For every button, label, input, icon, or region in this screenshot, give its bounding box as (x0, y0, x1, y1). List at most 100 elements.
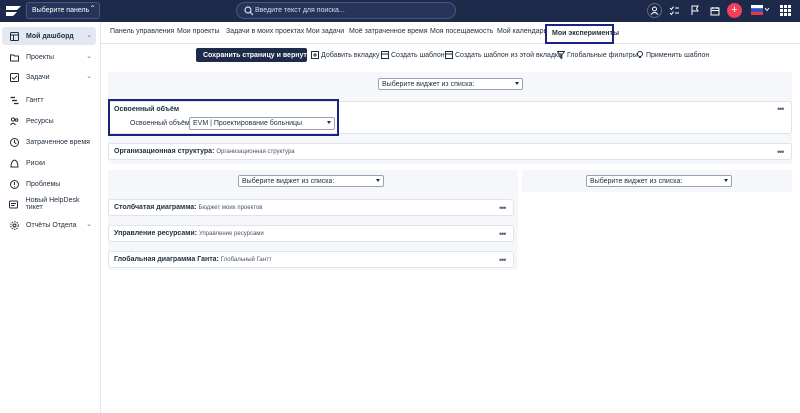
plus-icon: + (731, 4, 738, 16)
task-list-button[interactable] (667, 3, 682, 18)
gantt-icon (8, 94, 20, 106)
flag-icon (691, 5, 699, 15)
sidebar-item-tasks[interactable]: Задачи ⌄ (2, 68, 96, 86)
evm-project-value: EVM | Проектирование больницы (193, 120, 303, 127)
save-and-return-label: Сохранить страницу и вернуться (203, 51, 320, 59)
save-and-return-button[interactable]: Сохранить страницу и вернуться (196, 48, 319, 62)
widget-select-right[interactable]: Выберите виджет из списка: (586, 175, 732, 187)
template-icon (381, 51, 389, 59)
resource-mgmt-sub: Управление ресурсами (199, 231, 264, 237)
evm-field-label: Освоенный объём: (130, 120, 192, 127)
global-filters-button[interactable]: Глобальные фильтры (557, 51, 638, 59)
create-template-from-tab-label: Создать шаблон из этой вкладки (455, 51, 562, 59)
chevron-updown-icon: ⌃ (89, 4, 96, 13)
tab-my-tasks[interactable]: Мои задачи (306, 28, 344, 35)
sidebar-item-resources[interactable]: Ресурсы (2, 112, 96, 130)
dropdown-arrow-icon (376, 179, 380, 182)
tab-my-calendar[interactable]: Мой календарь (497, 28, 547, 35)
tab-my-projects[interactable]: Мои проекты (177, 28, 220, 35)
more-options-icon[interactable]: ••• (499, 204, 507, 213)
search-input[interactable]: Введите текст для поиска... (255, 7, 345, 14)
sidebar-item-label: Задачи (26, 73, 50, 81)
tab-my-experiments[interactable]: Мои эксперименты (545, 24, 619, 44)
tab-tasks-in-my-projects[interactable]: Задачи в моих проектах (226, 28, 304, 35)
sidebar-item-label: Гантт (26, 96, 44, 104)
sidebar-item-reports[interactable]: Отчёты Отдела ⌄ (2, 216, 96, 234)
sidebar-item-label: Отчёты Отдела (26, 221, 77, 229)
chevron-down-icon: ⌄ (86, 53, 92, 60)
global-search[interactable]: Введите текст для поиска... (236, 2, 456, 19)
org-structure-sub: Организационная структура (216, 149, 295, 155)
resource-mgmt-title-text: Управление ресурсами: (114, 230, 198, 237)
bar-chart-title: Столбчатая диаграмма: Бюджет моих проект… (114, 204, 263, 211)
widget-select-value: Выберите виджет из списка: (590, 178, 683, 185)
sidebar-item-problems[interactable]: Проблемы (2, 175, 96, 193)
global-gantt-title: Глобальная диаграмма Ганта: Глобальный Г… (114, 256, 272, 263)
add-tab-label: Добавить вкладку (321, 51, 380, 59)
sidebar-item-label: Проекты (26, 53, 55, 61)
evm-widget-title: Освоенный объём (114, 106, 180, 113)
apply-template-label: Применить шаблон (646, 51, 710, 59)
resource-mgmt-title: Управление ресурсами: Управление ресурса… (114, 230, 264, 237)
sidebar: Мой дашборд ⌄ Проекты ⌄ Задачи ⌄ Гантт Р… (0, 22, 101, 413)
calendar-button[interactable] (707, 3, 722, 18)
sidebar-item-label: Мой дашборд (26, 32, 74, 40)
sidebar-item-projects[interactable]: Проекты ⌄ (2, 48, 96, 66)
chevron-down-icon: ⌄ (86, 221, 92, 228)
apps-grid-icon[interactable] (780, 5, 791, 16)
dropdown-arrow-icon (327, 121, 331, 124)
global-filters-label: Глобальные фильтры (567, 51, 638, 59)
risk-icon (8, 157, 20, 169)
more-options-icon[interactable]: ••• (499, 256, 507, 265)
widget-select-value: Выберите виджет из списка: (242, 178, 335, 185)
tasks-icon (8, 71, 20, 83)
bar-chart-sub: Бюджет моих проектов (198, 205, 263, 211)
flag-button[interactable] (687, 3, 702, 18)
global-gantt-sub: Глобальный Гантт (220, 257, 272, 263)
tab-my-time[interactable]: Моё затраченное время (349, 28, 428, 35)
panel-select-value: Выберите панель (32, 7, 90, 14)
sidebar-item-dashboard[interactable]: Мой дашборд ⌄ (2, 27, 96, 45)
resources-icon (8, 115, 20, 127)
app-logo-icon[interactable] (5, 4, 22, 18)
chevron-down-icon: ⌄ (86, 73, 92, 80)
bar-chart-title-text: Столбчатая диаграмма: (114, 204, 197, 211)
tab-my-attendance[interactable]: Моя посещаемость (430, 28, 493, 35)
add-button[interactable]: + (727, 3, 742, 18)
sidebar-item-helpdesk[interactable]: Новый HelpDesk тикет (2, 195, 96, 213)
more-options-icon[interactable]: ••• (777, 105, 785, 114)
sidebar-item-label: Затраченное время (26, 138, 90, 146)
user-icon (650, 6, 659, 15)
checklist-icon (669, 6, 679, 16)
panel-select[interactable]: Выберите панель ⌃ (26, 2, 100, 19)
widget-select-left[interactable]: Выберите виджет из списка: (238, 175, 384, 187)
dropdown-arrow-icon (724, 179, 728, 182)
user-profile-button[interactable] (647, 3, 662, 18)
lightbulb-icon (637, 51, 643, 58)
chevron-down-icon: ⌄ (86, 32, 92, 39)
add-square-icon (311, 51, 319, 59)
template-icon (445, 51, 453, 59)
sidebar-item-label: Проблемы (26, 180, 61, 188)
sidebar-item-time[interactable]: Затраченное время (2, 133, 96, 151)
filter-icon (557, 51, 565, 59)
sidebar-item-risks[interactable]: Риски (2, 154, 96, 172)
language-flag-icon[interactable] (751, 5, 771, 15)
add-tab-button[interactable]: Добавить вкладку (311, 51, 379, 59)
tab-control-panel[interactable]: Панель управления (110, 28, 174, 35)
create-template-from-tab-button[interactable]: Создать шаблон из этой вкладки (445, 51, 562, 59)
calendar-icon (710, 6, 719, 15)
more-options-icon[interactable]: ••• (499, 230, 507, 239)
widget-select-value: Выберите виджет из списка: (382, 81, 475, 88)
widget-select-top[interactable]: Выберите виджет из списка: (378, 78, 523, 90)
create-template-button[interactable]: Создать шаблон (381, 51, 445, 59)
more-options-icon[interactable]: ••• (777, 148, 785, 157)
dashboard-icon (8, 30, 20, 42)
dashboard-tabs: Панель управления Мои проекты Задачи в м… (101, 22, 800, 44)
apply-template-button[interactable]: Применить шаблон (636, 51, 709, 59)
org-structure-title-text: Организационная структура: (114, 148, 215, 155)
create-template-label: Создать шаблон (391, 51, 445, 59)
evm-project-select[interactable]: EVM | Проектирование больницы (189, 117, 335, 130)
sidebar-item-gantt[interactable]: Гантт (2, 91, 96, 109)
tab-label: Мои эксперименты (552, 30, 619, 37)
